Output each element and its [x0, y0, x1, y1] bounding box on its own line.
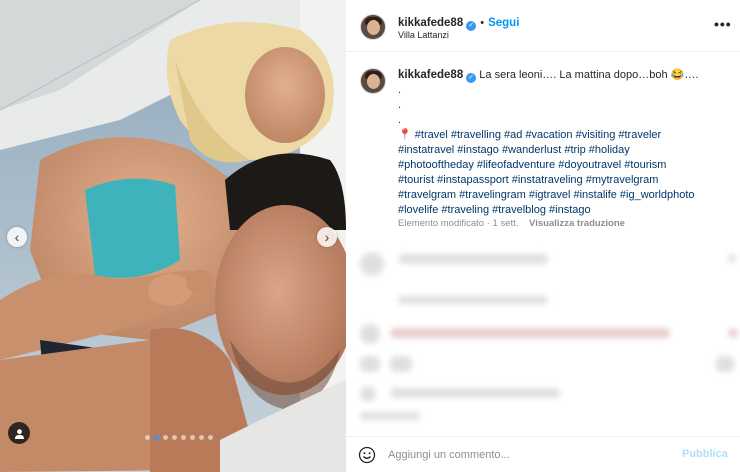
carousel-dot: [181, 435, 186, 440]
caption-dot: .: [398, 84, 402, 96]
chevron-right-icon: ›: [324, 229, 330, 245]
blurred-comments-area: [356, 240, 738, 430]
caption-dot: .: [398, 99, 402, 111]
carousel-dot: [190, 435, 195, 440]
emoji-icon[interactable]: [358, 446, 376, 464]
separator-dot: •: [480, 17, 485, 29]
header-user-line: kikkafede88 ✓ • Segui: [398, 13, 519, 31]
caption-text: La sera leoni…. La mattina dopo…boh 😂….: [479, 69, 699, 81]
caption-dot: .: [398, 114, 402, 126]
carousel-dot: [208, 435, 213, 440]
hashtag-line[interactable]: #tourist #instapassport #instatraveling …: [398, 173, 728, 188]
post-media[interactable]: ‹ ›: [0, 0, 346, 472]
comment-input[interactable]: [388, 446, 668, 464]
verified-badge-icon: ✓: [466, 73, 477, 83]
carousel-dot: [154, 435, 159, 440]
user-tag-icon: [14, 428, 24, 439]
hashtag-line: 📍 #travel #travelling #ad #vacation #vis…: [398, 128, 728, 143]
follow-button[interactable]: Segui: [488, 17, 519, 29]
next-slide-button[interactable]: ›: [317, 227, 337, 247]
location-link[interactable]: Villa Lattanzi: [398, 30, 449, 40]
comment-bar: Pubblica: [346, 436, 740, 472]
caption-first-line: kikkafede88 ✓ La sera leoni…. La mattina …: [398, 68, 728, 83]
previous-slide-button[interactable]: ‹: [7, 227, 27, 247]
post-time[interactable]: 1 sett.: [493, 218, 519, 229]
hashtag-line[interactable]: #photooftheday #lifeofadventure #doyoutr…: [398, 158, 728, 173]
tagged-users-button[interactable]: [8, 422, 30, 444]
edited-label: Elemento modificato: [398, 218, 485, 229]
carousel-dot: [163, 435, 168, 440]
caption-avatar[interactable]: [360, 68, 386, 94]
hashtags[interactable]: #travel #travelling #ad #vacation #visit…: [415, 129, 661, 141]
avatar[interactable]: [360, 14, 386, 40]
post-header: kikkafede88 ✓ • Segui Villa Lattanzi •••: [346, 0, 740, 52]
publish-button[interactable]: Pubblica: [682, 448, 728, 460]
hashtag-line[interactable]: #travelgram #travelingram #igtravel #ins…: [398, 188, 728, 203]
carousel-indicator: [145, 435, 213, 440]
more-options-icon[interactable]: •••: [714, 16, 732, 32]
carousel-dot: [145, 435, 150, 440]
chevron-left-icon: ‹: [14, 229, 20, 245]
pin-icon: 📍: [398, 129, 412, 141]
post-photo: [0, 0, 346, 472]
verified-badge-icon: ✓: [466, 21, 477, 31]
post-details-panel: kikkafede88 ✓ • Segui Villa Lattanzi ••• ki…: [346, 0, 740, 472]
hashtag-line[interactable]: #lovelife #traveling #travelblog #instag…: [398, 203, 728, 218]
caption-meta: Elemento modificato · 1 sett. Visualizza…: [398, 218, 625, 229]
post-caption: kikkafede88 ✓ La sera leoni…. La mattina …: [398, 68, 728, 218]
header-username[interactable]: kikkafede88: [398, 17, 463, 29]
caption-username[interactable]: kikkafede88: [398, 69, 463, 81]
hashtag-line[interactable]: #instatravel #instago #wanderlust #trip …: [398, 143, 728, 158]
translate-link[interactable]: Visualizza traduzione: [529, 218, 625, 229]
carousel-dot: [199, 435, 204, 440]
carousel-dot: [172, 435, 177, 440]
